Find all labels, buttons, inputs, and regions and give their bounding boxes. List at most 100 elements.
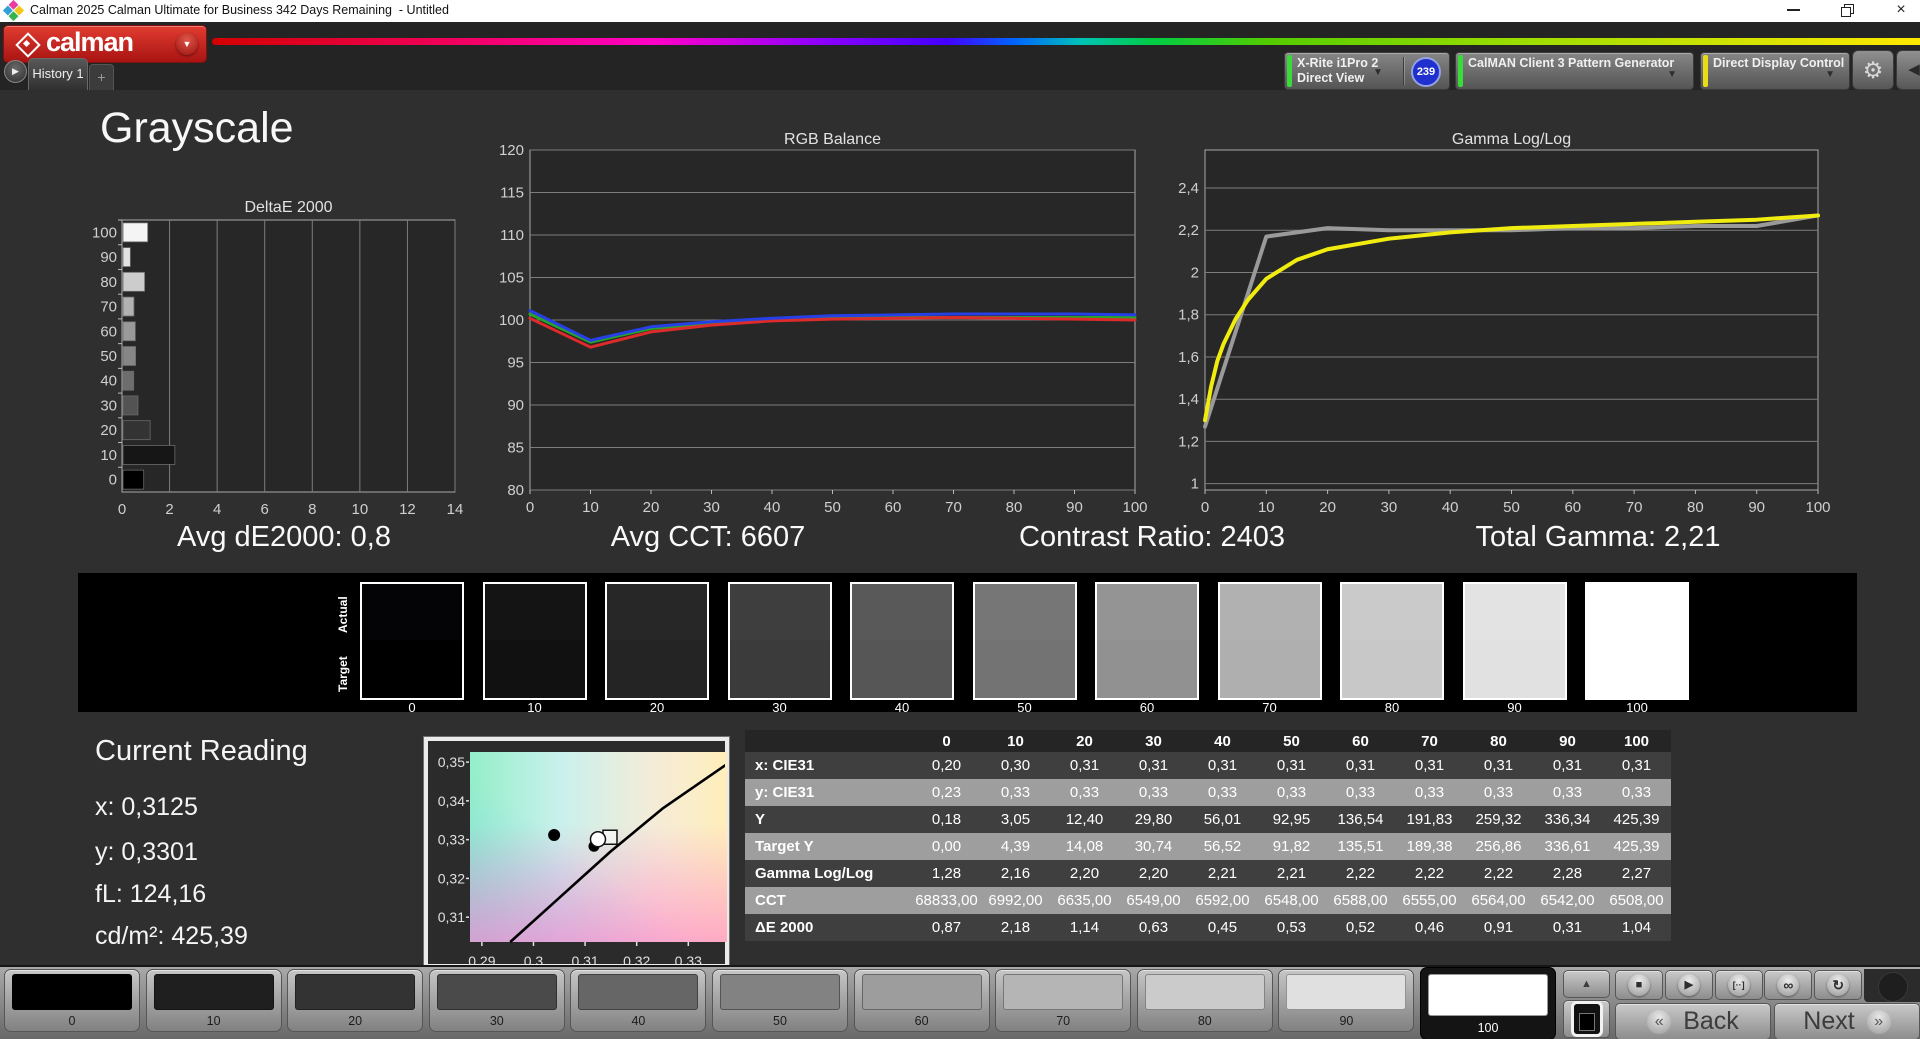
restore-button[interactable]	[1830, 0, 1864, 21]
display-status-indicator	[1703, 55, 1708, 87]
pattern-level-label: 90	[1339, 1014, 1354, 1028]
table-column-header: 20	[1076, 732, 1093, 750]
pattern-level-button-50[interactable]: 50	[712, 969, 848, 1032]
display-control-dropdown[interactable]: Direct Display Control ▼	[1700, 52, 1850, 90]
refresh-button[interactable]: ↻	[1814, 970, 1863, 1000]
table-cell: 0,33	[1276, 784, 1307, 801]
svg-text:14: 14	[447, 501, 464, 518]
pattern-level-button-70[interactable]: 70	[995, 969, 1132, 1032]
stop-button[interactable]: ■	[1615, 970, 1663, 1000]
back-chevron-icon: «	[1647, 1009, 1672, 1034]
step-button[interactable]: [··]	[1714, 970, 1763, 1000]
menu-caret-icon[interactable]: ▼	[176, 33, 198, 55]
table-cell: 2,22	[1345, 865, 1376, 882]
pattern-level-button-30[interactable]: 30	[428, 969, 565, 1032]
pattern-level-button-0[interactable]: 0	[4, 969, 140, 1032]
total-gamma-stat: Total Gamma: 2,21	[1475, 521, 1721, 553]
tab-scroll-button[interactable]: ▶	[4, 60, 27, 83]
table-cell: 0,23	[931, 784, 962, 801]
strip-level-label: 0	[408, 700, 416, 715]
svg-text:0,35: 0,35	[438, 754, 465, 770]
svg-text:30: 30	[703, 499, 720, 516]
table-row-label: Y	[755, 811, 766, 828]
pattern-level-button-60[interactable]: 60	[853, 969, 990, 1032]
table-row: y: CIE31 0,23 0,33 0,33 0,33 0,33 0,33 0,33 0,33…	[745, 779, 1671, 806]
svg-text:1,8: 1,8	[1178, 307, 1199, 324]
table-cell: 2,27	[1621, 865, 1652, 882]
table-row-label: Target Y	[755, 838, 814, 855]
meter-label: X-Rite i1Pro 2 Direct View	[1297, 56, 1379, 85]
svg-text:80: 80	[100, 274, 117, 291]
pattern-level-button-90[interactable]: 90	[1278, 969, 1415, 1032]
svg-text:0: 0	[109, 472, 117, 489]
back-label: Back	[1683, 1007, 1739, 1035]
table-column-header: 80	[1490, 732, 1507, 750]
close-button[interactable]: ×	[1884, 0, 1918, 21]
actual-swatch	[1342, 584, 1442, 640]
tab-history-1[interactable]: History 1	[28, 58, 88, 91]
expand-controls-button[interactable]: ▲	[1563, 970, 1610, 998]
actual-row-label: Actual	[336, 596, 350, 634]
pattern-level-button-10[interactable]: 10	[145, 969, 282, 1032]
pattern-window-button[interactable]	[1563, 1000, 1610, 1038]
settings-gear-button[interactable]: ⚙	[1852, 50, 1894, 90]
pattern-level-button-40[interactable]: 40	[570, 969, 707, 1032]
svg-text:60: 60	[885, 499, 902, 516]
meter-dropdown[interactable]: X-Rite i1Pro 2 Direct View ▼ 239	[1284, 52, 1450, 90]
svg-text:30: 30	[100, 397, 117, 414]
pattern-window-icon	[1570, 1001, 1603, 1037]
add-tab-button[interactable]: +	[89, 64, 114, 91]
pattern-level-label: 20	[348, 1014, 363, 1028]
actual-swatch	[729, 584, 830, 640]
meter-status-indicator	[1287, 55, 1292, 87]
table-column-header: 100	[1623, 732, 1650, 750]
pattern-swatch	[1286, 974, 1407, 1010]
pattern-level-label: 0	[68, 1014, 76, 1028]
play-button[interactable]: ▶	[1664, 970, 1713, 1000]
next-button[interactable]: Next »	[1774, 1003, 1920, 1039]
target-swatch	[974, 640, 1075, 698]
pattern-swatch	[1003, 974, 1124, 1010]
pattern-level-button-80[interactable]: 80	[1136, 969, 1273, 1032]
minimize-button[interactable]	[1776, 0, 1810, 21]
actual-swatch	[607, 584, 707, 640]
table-column-header: 60	[1352, 732, 1369, 750]
pattern-generator-dropdown[interactable]: CalMAN Client 3 Pattern Generator ▼	[1455, 52, 1694, 90]
pattern-level-button-100[interactable]: 100	[1420, 967, 1556, 1039]
reading-cdm: cd/m²: 425,39	[95, 922, 248, 950]
next-chevron-icon: »	[1866, 1009, 1891, 1034]
cie-chromaticity-chart: 0,35 0,34 0,33 0,32 0,31 0,29 0,3 0,31 0,32 0,33	[438, 754, 725, 964]
loop-icon: ∞	[1777, 974, 1800, 996]
table-cell: 3,05	[1000, 811, 1031, 828]
loop-button[interactable]: ∞	[1764, 970, 1813, 1000]
pattern-level-label: 30	[489, 1014, 504, 1028]
actual-swatch	[1097, 584, 1197, 640]
avg-de2000-stat: Avg dE2000: 0,8	[177, 521, 391, 553]
target-swatch	[1219, 640, 1320, 698]
svg-text:2: 2	[165, 501, 173, 518]
svg-text:4: 4	[213, 501, 221, 518]
pattern-level-button-20[interactable]: 20	[287, 969, 424, 1032]
svg-text:110: 110	[500, 227, 524, 244]
generator-status-indicator	[1458, 55, 1463, 87]
back-button[interactable]: « Back	[1615, 1003, 1771, 1039]
table-cell: 336,34	[1544, 811, 1591, 828]
svg-text:0,31: 0,31	[571, 953, 598, 964]
contrast-ratio-stat: Contrast Ratio: 2403	[1019, 521, 1285, 553]
target-swatch	[1097, 640, 1197, 698]
table-cell: 6548,00	[1264, 892, 1319, 909]
collapse-panel-button[interactable]: ◀	[1896, 50, 1920, 90]
step-icon: [··]	[1727, 974, 1750, 996]
svg-text:1: 1	[1191, 476, 1199, 493]
table-row: x: CIE31 0,20 0,30 0,31 0,31 0,31 0,31 0,31 0,31…	[745, 752, 1671, 779]
pattern-swatch	[1144, 974, 1265, 1010]
divider	[1403, 57, 1404, 85]
next-label: Next	[1803, 1007, 1855, 1035]
table-cell: 2,22	[1414, 865, 1445, 882]
table-cell: 0,33	[1207, 784, 1238, 801]
table-row: ΔE 2000 0,87 2,18 1,14 0,63 0,45 0,53 0,52 0,46 0…	[745, 914, 1671, 941]
actual-swatch	[974, 584, 1075, 640]
svg-text:70: 70	[100, 299, 117, 316]
svg-text:85: 85	[507, 440, 524, 457]
stop-icon: ■	[1628, 974, 1650, 996]
